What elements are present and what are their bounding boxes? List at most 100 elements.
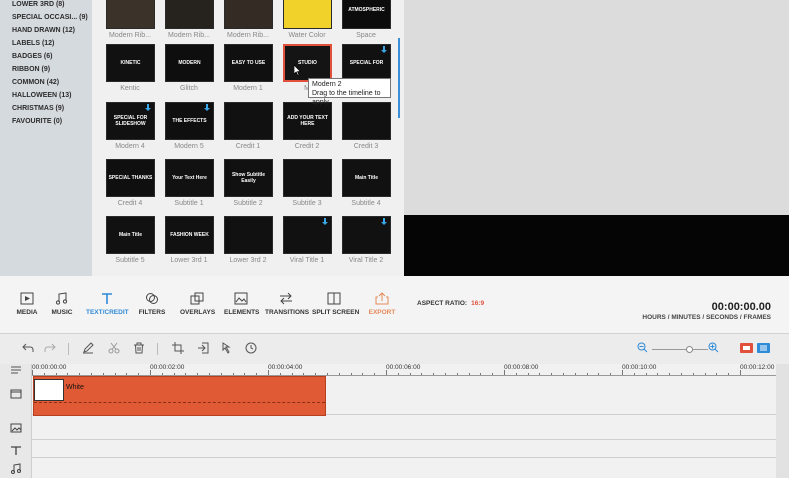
ruler-tick xyxy=(138,373,140,375)
category-item[interactable]: CHRISTMAS (9) xyxy=(12,105,64,112)
transitions-button[interactable]: TRANSITIONS xyxy=(265,292,310,320)
music-button[interactable]: MUSIC xyxy=(48,292,76,320)
title-thumbnail[interactable]: STUDIO xyxy=(283,44,332,82)
category-item[interactable]: BADGES (6) xyxy=(12,53,52,60)
text-credit-button[interactable]: TEXT/CREDIT xyxy=(86,292,129,320)
category-item[interactable]: COMMON (42) xyxy=(12,79,59,86)
ruler-tick xyxy=(539,373,541,375)
ruler-tick xyxy=(161,373,163,375)
ruler-tick xyxy=(563,373,564,375)
export-icon xyxy=(375,292,389,305)
title-thumbnail[interactable]: Main Title xyxy=(106,216,155,254)
title-thumbnail[interactable]: SPECIAL THANKS xyxy=(106,159,155,197)
ruler-tick xyxy=(55,373,57,375)
category-item[interactable]: RIBBON (9) xyxy=(12,66,50,73)
thumbnail-caption: Viral Title 1 xyxy=(289,257,325,264)
ruler-tick xyxy=(657,373,659,375)
fit-timeline-icon[interactable] xyxy=(757,343,770,353)
download-icon[interactable] xyxy=(144,104,152,112)
app-window: LOWER 3RD (8) SPECIAL OCCASI... (9) HAND… xyxy=(0,0,789,478)
download-icon[interactable] xyxy=(321,218,329,226)
crop-icon[interactable] xyxy=(172,342,184,354)
download-icon[interactable] xyxy=(203,104,211,112)
title-thumbnail[interactable] xyxy=(283,159,332,197)
overlays-button[interactable]: OVERLAYS xyxy=(180,292,215,320)
preview-video xyxy=(404,215,789,276)
title-thumbnail[interactable]: SPECIAL FOR xyxy=(342,44,391,82)
download-icon[interactable] xyxy=(380,46,388,54)
category-item[interactable]: LOWER 3RD (8) xyxy=(12,1,65,8)
tooltip: Modern 2 Drag to the timeline to apply xyxy=(308,78,391,106)
text-icon xyxy=(102,293,112,304)
ruler-tick xyxy=(209,373,210,375)
title-thumbnail[interactable] xyxy=(165,0,214,29)
title-thumbnail[interactable]: ATMOSPHERIC xyxy=(342,0,391,29)
grid-scrollbar[interactable] xyxy=(398,38,400,118)
time-ruler[interactable]: 00:00:00:00 00:00:02:00 00:00:04:00 00:00:0… xyxy=(32,364,776,376)
title-thumbnail[interactable]: THE EFFECTS xyxy=(165,102,214,140)
title-thumbnail[interactable]: Main Title xyxy=(342,159,391,197)
import-icon[interactable] xyxy=(197,342,209,354)
title-thumbnail[interactable] xyxy=(106,0,155,29)
undo-icon[interactable] xyxy=(22,342,34,354)
thumbnail-text: MODERN xyxy=(178,60,201,66)
zoom-out-icon[interactable] xyxy=(637,342,648,353)
ruler-time-label: 00:00:04:00 xyxy=(268,364,303,371)
title-thumbnail[interactable] xyxy=(342,216,391,254)
render-preview-icon[interactable] xyxy=(740,343,753,353)
clock-icon[interactable] xyxy=(245,342,257,354)
title-thumbnail[interactable] xyxy=(283,216,332,254)
ruler-tick xyxy=(315,373,317,375)
title-thumbnail[interactable] xyxy=(224,102,273,140)
title-thumbnail[interactable]: MODERN xyxy=(165,44,214,82)
split-screen-button[interactable]: SPLIT SCREEN xyxy=(312,292,359,320)
title-thumbnail[interactable] xyxy=(342,102,391,140)
ruler-tick xyxy=(220,373,222,375)
transitions-label: TRANSITIONS xyxy=(265,309,310,316)
ruler-tick xyxy=(681,373,682,375)
ruler-tick xyxy=(362,373,364,375)
track-divider xyxy=(32,439,776,440)
aspect-ratio-value[interactable]: 16:9 xyxy=(471,300,484,307)
title-thumbnail[interactable] xyxy=(283,0,332,29)
title-thumbnail[interactable]: Show Subtitle Easily xyxy=(224,159,273,197)
title-thumbnail[interactable]: KINETIC xyxy=(106,44,155,82)
title-grid: Modern Rib... Modern Rib... Modern Rib... W… xyxy=(92,0,404,276)
category-item[interactable]: HALLOWEEN (13) xyxy=(12,92,72,99)
ruler-time-label: 00:00:08:00 xyxy=(504,364,539,371)
title-thumbnail[interactable]: SPECIAL FOR SLIDESHOW xyxy=(106,102,155,140)
transitions-icon xyxy=(280,292,292,305)
ruler-tick xyxy=(173,373,175,375)
filters-button[interactable]: FILTERS xyxy=(138,292,166,320)
elements-button[interactable]: ELEMENTS xyxy=(224,292,259,320)
title-thumbnail[interactable]: Your Text Here xyxy=(165,159,214,197)
title-thumbnail[interactable] xyxy=(224,0,273,29)
text-credit-label: TEXT/CREDIT xyxy=(86,309,129,316)
download-icon[interactable] xyxy=(380,218,388,226)
category-item[interactable]: FAVOURITE (0) xyxy=(12,118,62,125)
timeline-scrollbar[interactable] xyxy=(776,364,789,478)
title-thumbnail[interactable] xyxy=(224,216,273,254)
scissors-icon[interactable] xyxy=(108,342,120,354)
zoom-slider[interactable] xyxy=(652,349,708,350)
magic-wand-icon[interactable] xyxy=(222,342,234,354)
category-item[interactable]: HAND DRAWN (12) xyxy=(12,27,75,34)
category-item[interactable]: LABELS (12) xyxy=(12,40,54,47)
timeline-clip[interactable]: White xyxy=(33,376,326,416)
title-thumbnail[interactable]: FASHION WEEK xyxy=(165,216,214,254)
filters-icon xyxy=(146,293,158,304)
track-menu-icon[interactable] xyxy=(10,366,22,374)
title-thumbnail[interactable]: EASY TO USE xyxy=(224,44,273,82)
redo-icon[interactable] xyxy=(44,342,56,354)
media-button[interactable]: MEDIA xyxy=(12,292,42,320)
zoom-slider-handle[interactable] xyxy=(686,346,693,353)
title-thumbnail[interactable]: ADD YOUR TEXT HERE xyxy=(283,102,332,140)
ruler-tick xyxy=(692,373,694,375)
export-button[interactable]: EXPORT xyxy=(366,292,398,320)
zoom-in-icon[interactable] xyxy=(708,342,719,353)
clip-audio-line xyxy=(34,402,325,403)
category-item[interactable]: SPECIAL OCCASI... (9) xyxy=(12,14,88,21)
delete-icon[interactable] xyxy=(133,342,145,354)
edit-pencil-icon[interactable] xyxy=(82,342,94,354)
overlays-icon xyxy=(190,292,204,305)
